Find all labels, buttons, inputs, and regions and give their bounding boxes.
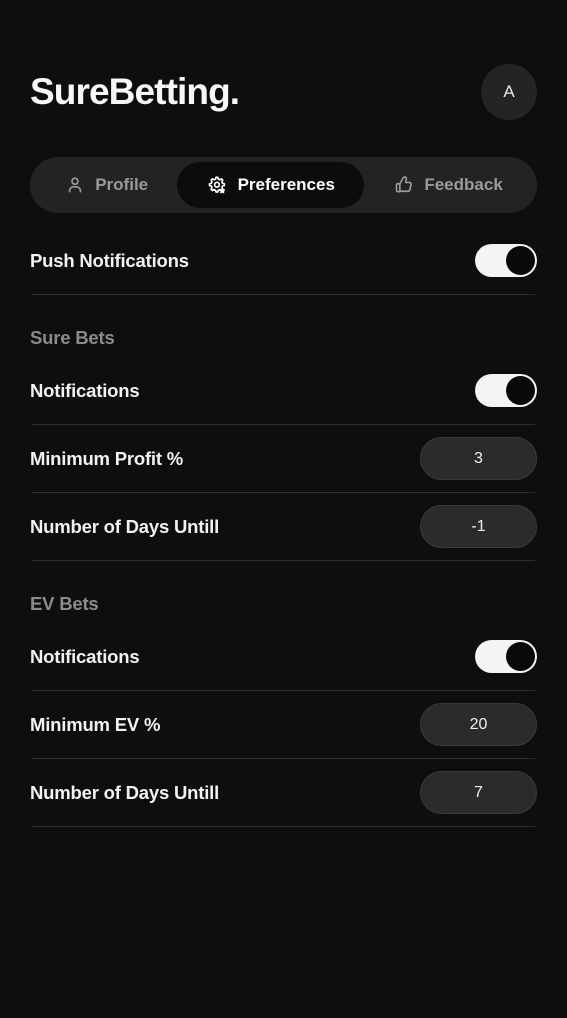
row-push-notifications[interactable]: Push Notifications — [30, 227, 537, 294]
app-header: SureBetting. A — [30, 0, 537, 135]
section-title: EV Bets — [30, 593, 99, 614]
avatar-initial: A — [503, 81, 515, 101]
minimum-profit-label: Minimum Profit % — [30, 447, 184, 469]
avatar[interactable]: A — [481, 63, 537, 120]
row-ev-bets-notifications[interactable]: Notifications — [30, 623, 537, 690]
push-notifications-toggle[interactable] — [475, 244, 537, 277]
tab-bar: Profile Preferences Feedback — [30, 157, 537, 213]
tab-profile[interactable]: Profile — [35, 162, 177, 208]
sure-bets-days-until-input[interactable]: -1 — [420, 505, 537, 548]
ev-bets-notifications-label: Notifications — [30, 645, 140, 667]
person-icon — [64, 174, 86, 196]
minimum-ev-label: Minimum EV % — [30, 713, 161, 735]
tab-preferences-label: Preferences — [237, 175, 335, 194]
section-header-sure-bets: Sure Bets — [30, 295, 537, 357]
tab-preferences[interactable]: Preferences — [177, 162, 365, 208]
sure-bets-notifications-label: Notifications — [30, 379, 140, 401]
row-minimum-ev[interactable]: Minimum EV % 20 — [30, 691, 537, 758]
toggle-knob — [506, 246, 535, 275]
toggle-knob — [506, 376, 535, 405]
minimum-profit-input[interactable]: 3 — [420, 437, 537, 480]
tab-feedback-label: Feedback — [424, 175, 503, 194]
section-title: Sure Bets — [30, 327, 115, 348]
minimum-profit-value: 3 — [474, 449, 483, 467]
push-notifications-label: Push Notifications — [30, 249, 189, 271]
sure-bets-days-until-label: Number of Days Untill — [30, 515, 220, 537]
ev-bets-days-until-value: 7 — [474, 783, 483, 801]
sure-bets-notifications-toggle[interactable] — [475, 374, 537, 407]
settings-list: Push Notifications Sure Bets Notificatio… — [30, 227, 537, 827]
ev-bets-notifications-toggle[interactable] — [475, 640, 537, 673]
tab-profile-label: Profile — [95, 175, 149, 194]
toggle-knob — [506, 642, 535, 671]
row-sure-bets-days-until[interactable]: Number of Days Untill -1 — [30, 493, 537, 560]
sure-bets-days-until-value: -1 — [471, 517, 486, 535]
app-title: SureBetting. — [30, 71, 240, 112]
tab-feedback[interactable]: Feedback — [364, 162, 532, 208]
thumbs-up-icon — [393, 174, 415, 196]
row-ev-bets-days-until[interactable]: Number of Days Untill 7 — [30, 759, 537, 826]
row-minimum-profit[interactable]: Minimum Profit % 3 — [30, 425, 537, 492]
minimum-ev-value: 20 — [469, 715, 488, 733]
section-header-ev-bets: EV Bets — [30, 561, 537, 623]
minimum-ev-input[interactable]: 20 — [420, 703, 537, 746]
preferences-screen: SureBetting. A Profile Preferences Feedb… — [0, 0, 567, 1018]
divider — [32, 826, 535, 827]
row-sure-bets-notifications[interactable]: Notifications — [30, 357, 537, 424]
ev-bets-days-until-label: Number of Days Untill — [30, 781, 220, 803]
ev-bets-days-until-input[interactable]: 7 — [420, 771, 537, 814]
settings-gear-star-icon — [207, 174, 229, 196]
